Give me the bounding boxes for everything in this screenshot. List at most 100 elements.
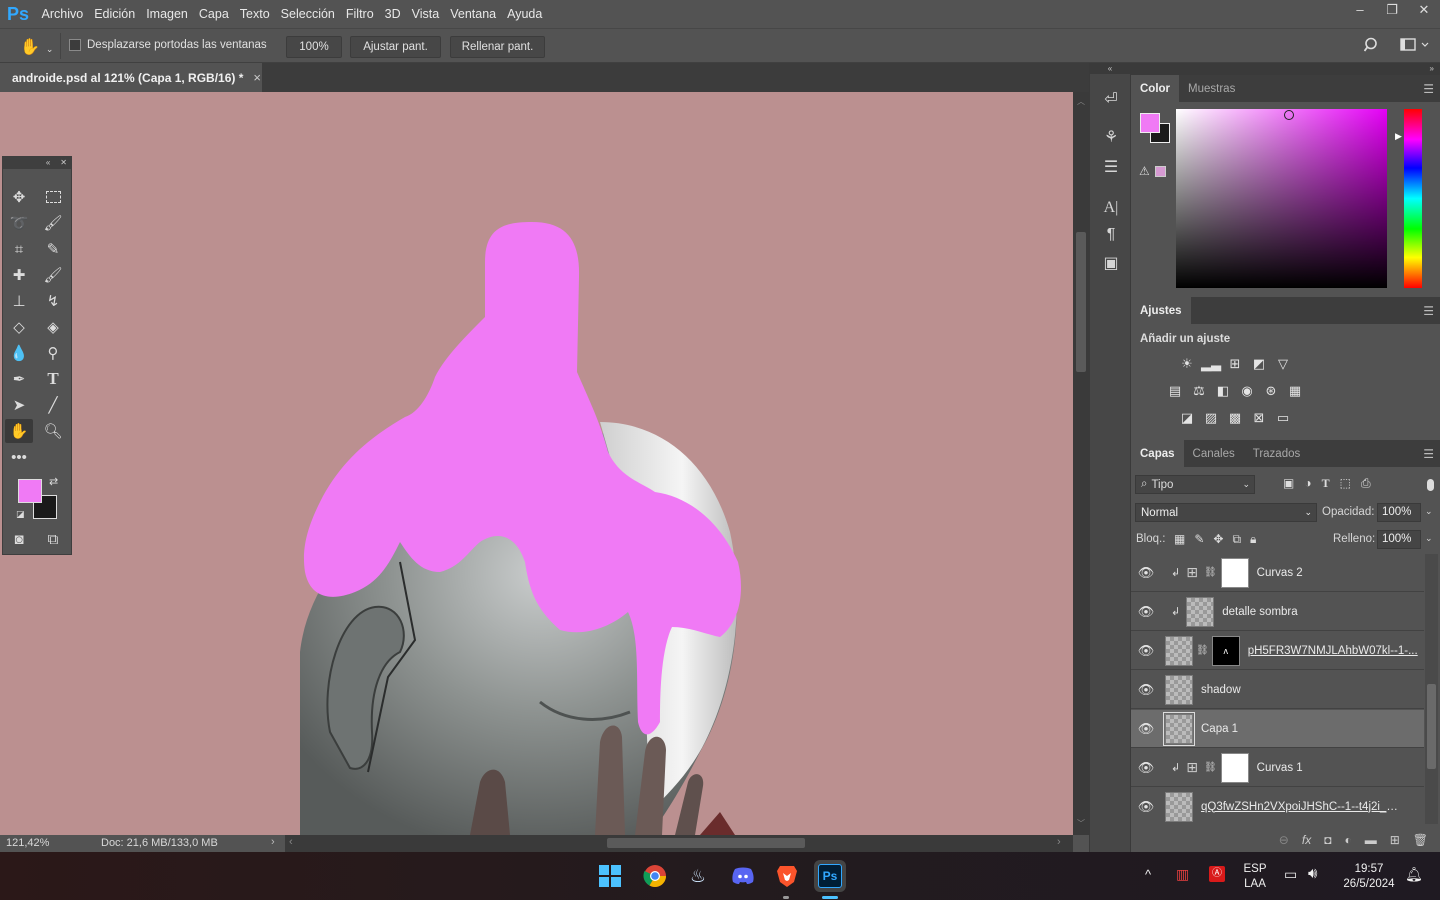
type-tool-icon[interactable]: T <box>39 367 67 391</box>
layer-thumbnail[interactable] <box>1165 674 1193 705</box>
curves-adjustment-icon[interactable]: ⊞ <box>1186 564 1198 581</box>
menu-item-capa[interactable]: Capa <box>193 7 234 21</box>
new-group-icon[interactable]: ▬ <box>1365 833 1377 847</box>
brightness-contrast-icon[interactable]: ☀ <box>1178 355 1196 373</box>
layers-panel-menu-icon[interactable]: ☰ <box>1423 447 1434 461</box>
dodge-tool-icon[interactable]: ⚲ <box>39 341 67 365</box>
blend-mode-select[interactable]: Normal ⌄ <box>1135 503 1317 522</box>
threshold-icon[interactable]: ▩ <box>1226 409 1244 427</box>
layer-row[interactable]: 👁︎ ↲ ⊞ ⛓ Curvas 1 <box>1131 749 1424 787</box>
canvas[interactable] <box>0 92 1073 835</box>
layer-thumbnail[interactable] <box>1163 711 1195 746</box>
mask-link-icon[interactable]: ⛓ <box>1204 762 1217 773</box>
menu-item-ventana[interactable]: Ventana <box>445 7 502 21</box>
tab-paths[interactable]: Trazados <box>1244 440 1310 467</box>
layers-scroll-thumb[interactable] <box>1427 684 1436 769</box>
notifications-icon[interactable]: 🔔︎ <box>1405 866 1423 883</box>
layer-visibility-eye-icon[interactable]: 👁︎ <box>1131 799 1161 815</box>
blur-tool-icon[interactable]: 💧 <box>5 341 33 365</box>
invert-icon[interactable]: ◪ <box>1178 409 1196 427</box>
clone-stamp-tool-icon[interactable]: ⊥ <box>5 289 33 313</box>
lock-transparent-icon[interactable]: ▦ <box>1174 532 1185 547</box>
windows-start-icon[interactable] <box>594 860 626 892</box>
tab-adjustments[interactable]: Ajustes <box>1131 297 1191 324</box>
color-picker-cursor[interactable] <box>1284 110 1294 120</box>
zoom-100-button[interactable]: 100% <box>286 36 342 58</box>
zoom-tool-icon[interactable]: 🔍︎ <box>39 419 67 443</box>
curves-adjustment-icon[interactable]: ⊞ <box>1186 759 1198 776</box>
document-tab[interactable]: androide.psd al 121% (Capa 1, RGB/16) * … <box>0 63 262 92</box>
layer-visibility-eye-icon[interactable]: 👁︎ <box>1131 682 1161 698</box>
restore-button[interactable]: ❐ <box>1376 0 1408 22</box>
screen-mode-icon[interactable]: ⧉ <box>39 527 67 551</box>
photoshop-taskbar-icon[interactable]: Ps <box>814 860 846 892</box>
fit-screen-button[interactable]: Ajustar pant. <box>350 36 441 58</box>
gamut-color-chip[interactable] <box>1155 166 1166 177</box>
layer-visibility-eye-icon[interactable]: 👁︎ <box>1131 643 1161 659</box>
layer-thumbnail[interactable] <box>1165 791 1193 822</box>
filter-smart-object-icon[interactable]: ⎙ <box>1361 476 1371 491</box>
new-layer-icon[interactable]: ⊞ <box>1390 833 1400 847</box>
filter-adjustment-icon[interactable]: ◑ <box>1304 476 1311 491</box>
chrome-icon[interactable] <box>639 860 671 892</box>
opacity-dropdown-icon[interactable]: ⌄ <box>1425 506 1433 517</box>
opacity-input[interactable]: 100% <box>1377 503 1421 522</box>
eraser-tool-icon[interactable]: ◇ <box>5 315 33 339</box>
layer-row[interactable]: 👁︎ ⛓ ᴧ pH5FR3W7NMJLAhbW07kl--1-... <box>1131 632 1424 670</box>
out-of-gamut-warning-icon[interactable]: ⚠ <box>1139 164 1150 178</box>
layers-scrollbar[interactable] <box>1425 554 1438 824</box>
history-panel-icon[interactable]: ⏎ <box>1099 87 1123 111</box>
layer-row[interactable]: 👁︎ ↲ detalle sombra <box>1131 593 1424 631</box>
color-balance-icon[interactable]: ⚖ <box>1190 382 1208 400</box>
healing-brush-tool-icon[interactable]: ✚ <box>5 263 33 287</box>
brush-tool-icon[interactable]: 🖌 <box>39 263 67 287</box>
crop-tool-icon[interactable]: ⌗ <box>5 237 33 261</box>
close-toolbox-icon[interactable]: ✕ <box>60 157 67 169</box>
curves-icon[interactable]: ⊞ <box>1226 355 1244 373</box>
close-button[interactable]: ✕ <box>1408 0 1440 22</box>
exposure-icon[interactable]: ◩ <box>1250 355 1268 373</box>
move-tool-icon[interactable]: ✥ <box>5 185 33 209</box>
marquee-tool-icon[interactable] <box>39 185 67 209</box>
paragraph-panel-icon[interactable]: ¶ <box>1099 223 1123 247</box>
horizontal-scrollbar[interactable]: ‹ › <box>285 835 1073 852</box>
color-picker-field[interactable] <box>1176 109 1387 288</box>
default-colors-icon[interactable]: ◪ <box>16 509 25 520</box>
layer-mask-thumbnail[interactable] <box>1220 752 1249 783</box>
zoom-level[interactable]: 121,42% <box>6 837 49 849</box>
layer-visibility-eye-icon[interactable]: 👁︎ <box>1131 760 1161 776</box>
mask-link-icon[interactable]: ⛓ <box>1204 567 1217 578</box>
layer-row[interactable]: 👁︎ ↲ ⊞ ⛓ Curvas 2 <box>1131 554 1424 592</box>
color-panel-menu-icon[interactable]: ☰ <box>1423 82 1434 96</box>
filter-toggle[interactable] <box>1427 479 1434 491</box>
black-white-icon[interactable]: ◧ <box>1214 382 1232 400</box>
tab-swatches[interactable]: Muestras <box>1179 75 1244 102</box>
lock-artboard-icon[interactable]: ⧉ <box>1232 532 1241 547</box>
layer-visibility-eye-icon[interactable]: 👁︎ <box>1131 565 1161 581</box>
filter-pixel-icon[interactable]: ▣ <box>1283 476 1294 491</box>
layer-filter-select[interactable]: ⌕ Tipo ⌄ <box>1135 475 1255 494</box>
hue-slider[interactable] <box>1404 109 1422 288</box>
hand-tool-preset-icon[interactable]: ✋ ⌄ <box>20 37 53 57</box>
adjustments-panel-menu-icon[interactable]: ☰ <box>1423 304 1434 318</box>
layer-mask-thumbnail[interactable] <box>1220 557 1249 588</box>
levels-icon[interactable]: ▂▃ <box>1201 355 1221 373</box>
menu-item-edici-n[interactable]: Edición <box>89 7 141 21</box>
collapse-toolbox-icon[interactable]: « <box>46 157 50 169</box>
layer-style-icon[interactable]: fx <box>1302 833 1311 847</box>
layer-visibility-eye-icon[interactable]: 👁︎ <box>1131 604 1161 620</box>
layer-row[interactable]: 👁︎ Capa 1 <box>1131 710 1424 748</box>
character-panel-icon[interactable]: A| <box>1099 196 1123 220</box>
gradient-map-icon[interactable]: ▭ <box>1274 409 1292 427</box>
fill-dropdown-icon[interactable]: ⌄ <box>1425 533 1433 544</box>
menu-item-imagen[interactable]: Imagen <box>141 7 194 21</box>
scroll-all-checkbox[interactable] <box>69 39 81 51</box>
posterize-icon[interactable]: ▨ <box>1202 409 1220 427</box>
network-icon[interactable]: ▭ <box>1284 866 1297 883</box>
quick-selection-tool-icon[interactable]: 🖌 <box>39 211 67 235</box>
vertical-scrollbar[interactable]: ︿ ﹀ <box>1073 92 1089 835</box>
color-fg-swatch[interactable] <box>1140 113 1160 133</box>
tab-layers[interactable]: Capas <box>1131 440 1184 467</box>
close-document-icon[interactable]: × <box>253 70 261 85</box>
tab-channels[interactable]: Canales <box>1184 440 1244 467</box>
